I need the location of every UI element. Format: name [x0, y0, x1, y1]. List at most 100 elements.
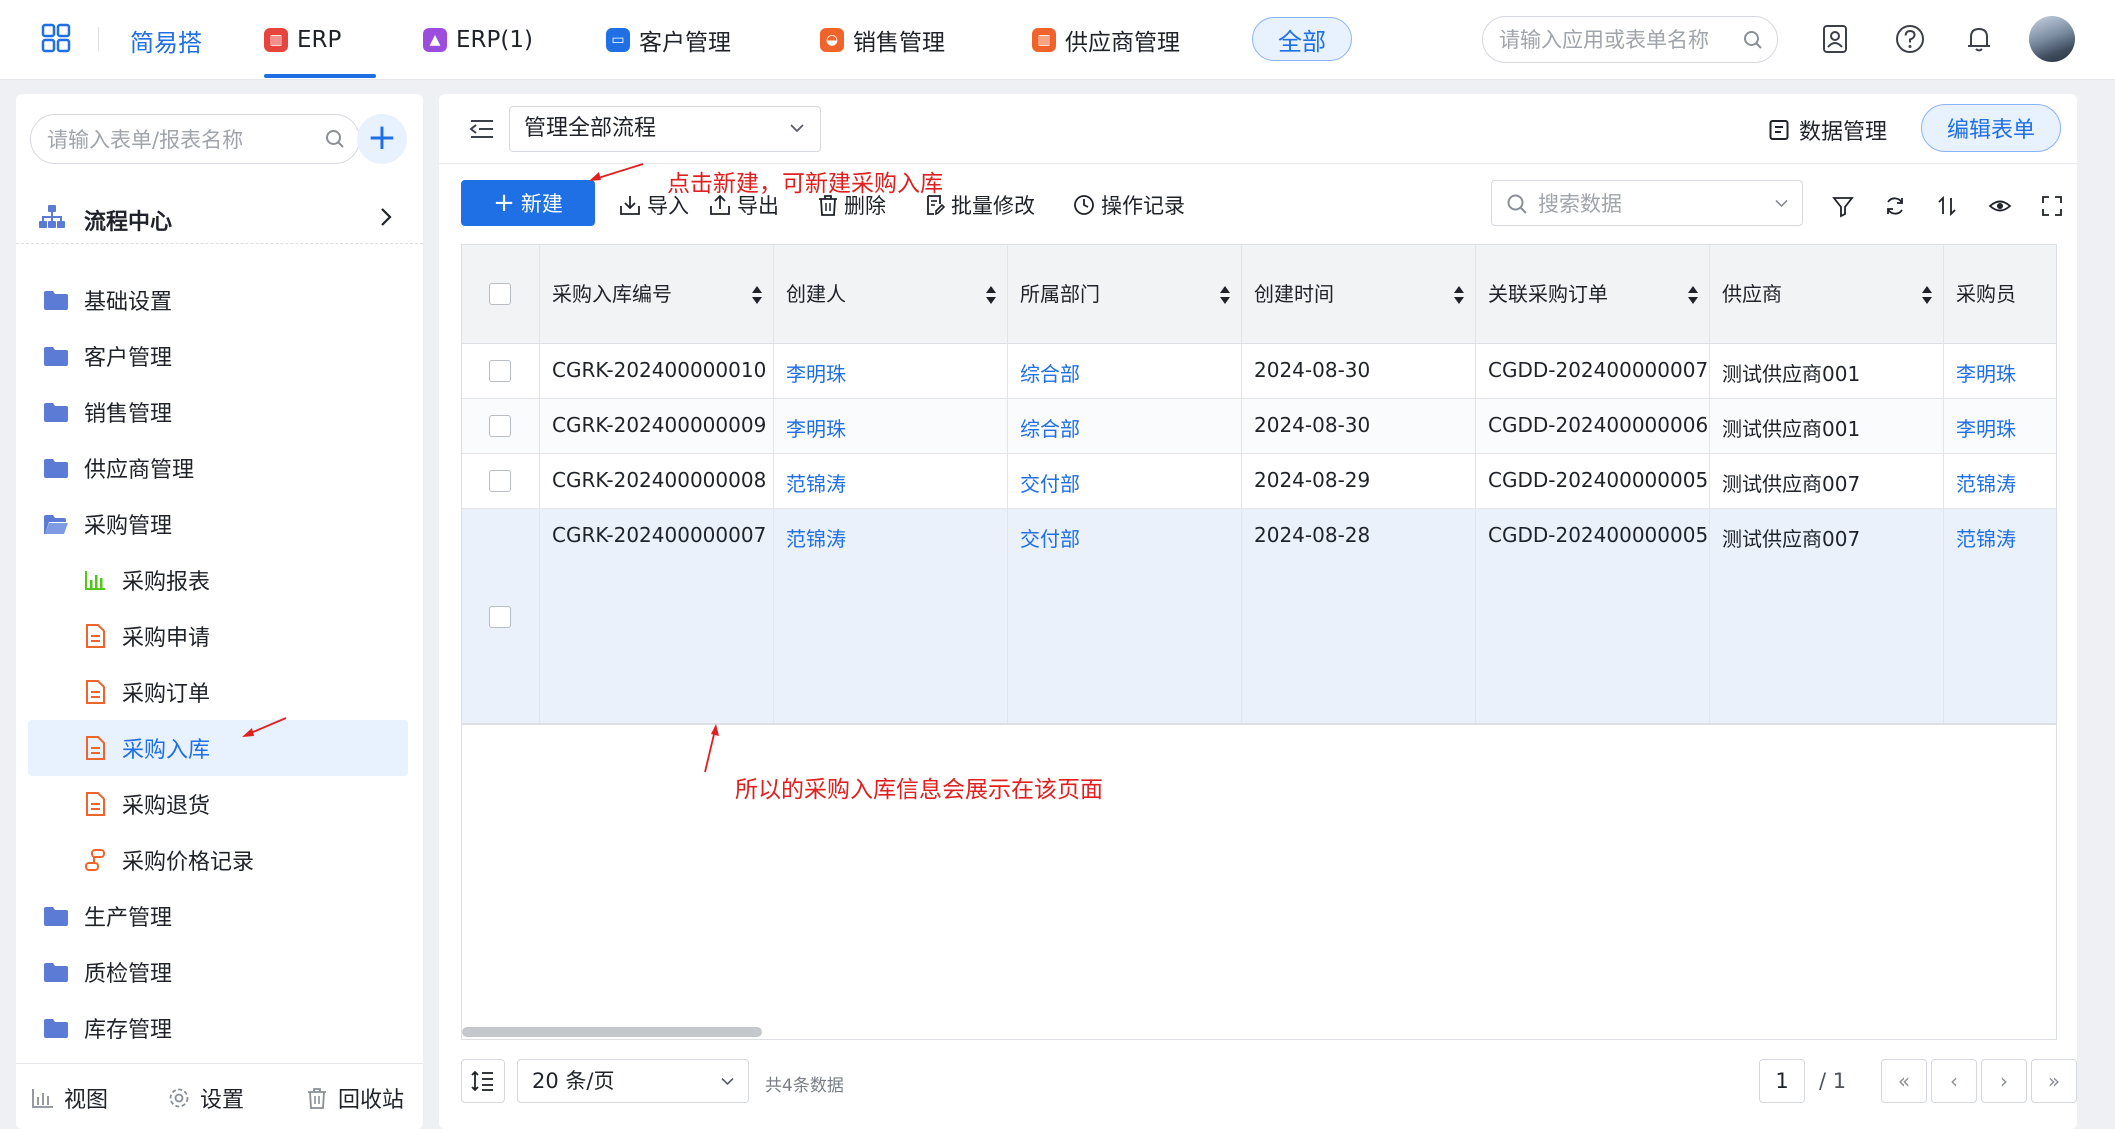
data-management-button[interactable]: 数据管理 [1769, 114, 1887, 146]
current-page-input[interactable]: 1 [1759, 1059, 1805, 1103]
brand-name[interactable]: 简易搭 [130, 23, 202, 58]
apps-grid-icon[interactable] [40, 22, 72, 54]
table-header: 采购入库编号 创建人 所属部门 创建时间 关联采购订单 供应商 采购员 [462, 245, 2056, 344]
user-avatar[interactable] [2029, 16, 2075, 62]
sidebar-item-basic-settings[interactable]: 基础设置 [28, 272, 408, 328]
folder-icon [44, 962, 68, 982]
cell-creator[interactable]: 范锦涛 [774, 509, 1008, 723]
tab-sales[interactable]: ◒ 销售管理 [820, 0, 945, 80]
sidebar-item-inventory[interactable]: 库存管理 [28, 1000, 408, 1056]
filter-icon[interactable] [1831, 194, 1855, 218]
row-checkbox[interactable] [489, 360, 511, 382]
help-icon[interactable] [1893, 22, 1927, 56]
tab-erp[interactable]: ▥ ERP [264, 0, 376, 80]
column-header[interactable]: 所属部门 [1008, 245, 1242, 344]
cell-department[interactable]: 交付部 [1008, 509, 1242, 723]
page-size-select[interactable]: 20 条/页 [517, 1059, 749, 1103]
column-header[interactable]: 供应商 [1710, 245, 1944, 344]
row-checkbox[interactable] [489, 606, 511, 628]
first-page-button[interactable]: « [1881, 1059, 1927, 1103]
column-header[interactable]: 创建人 [774, 245, 1008, 344]
sidebar-item-purchase[interactable]: 采购管理 [28, 496, 408, 552]
cell-buyer[interactable]: 李明珠 [1944, 399, 2056, 453]
sort-caret-icon[interactable] [985, 284, 997, 306]
tab-customer[interactable]: ▭ 客户管理 [606, 0, 731, 80]
operation-log-button[interactable]: 操作记录 [1073, 190, 1185, 220]
sidebar-item-purchase-report[interactable]: 采购报表 [28, 552, 408, 608]
app-search-input[interactable] [1499, 26, 1739, 54]
column-header[interactable]: 关联采购订单 [1476, 245, 1710, 344]
tab-label: ERP [297, 27, 342, 53]
sort-caret-icon[interactable] [1921, 284, 1933, 306]
sidebar-item-price-record[interactable]: 采购价格记录 [28, 832, 408, 888]
sort-caret-icon[interactable] [751, 284, 763, 306]
view-button[interactable]: 视图 [32, 1082, 108, 1114]
cell-inbound-no[interactable]: CGRK-202400000008 [540, 454, 774, 508]
bell-icon[interactable] [1962, 22, 1996, 56]
flow-filter-select[interactable]: 管理全部流程 [509, 106, 821, 152]
column-header[interactable]: 创建时间 [1242, 245, 1476, 344]
cell-department[interactable]: 综合部 [1008, 399, 1242, 453]
cell-buyer[interactable]: 范锦涛 [1944, 509, 2056, 723]
recycle-bin-button[interactable]: 回收站 [306, 1082, 404, 1114]
eye-icon[interactable] [1988, 194, 2012, 218]
flow-center-item[interactable]: 流程中心 [16, 190, 423, 244]
column-header[interactable]: 采购入库编号 [540, 245, 774, 344]
cell-buyer[interactable]: 李明珠 [1944, 344, 2056, 398]
cell-creator[interactable]: 范锦涛 [774, 454, 1008, 508]
cell-buyer[interactable]: 范锦涛 [1944, 454, 2056, 508]
sidebar-item-sales[interactable]: 销售管理 [28, 384, 408, 440]
sort-caret-icon[interactable] [1219, 284, 1231, 306]
data-search-input[interactable] [1538, 190, 1758, 218]
sidebar-item-production[interactable]: 生产管理 [28, 888, 408, 944]
column-header[interactable]: 采购员 [1944, 245, 2056, 344]
import-icon [620, 196, 640, 215]
sidebar-item-customer[interactable]: 客户管理 [28, 328, 408, 384]
table-row[interactable]: CGRK-202400000008 范锦涛 交付部 2024-08-29 CGD… [462, 454, 2056, 509]
cell-inbound-no[interactable]: CGRK-202400000007 [540, 509, 774, 723]
chevron-down-icon[interactable] [1775, 199, 1788, 208]
sidebar-item-purchase-order[interactable]: 采购订单 [28, 664, 408, 720]
table-row[interactable]: CGRK-202400000010 李明珠 综合部 2024-08-30 CGD… [462, 344, 2056, 399]
table-row[interactable]: CGRK-202400000009 李明珠 综合部 2024-08-30 CGD… [462, 399, 2056, 454]
tab-supplier[interactable]: ▥ 供应商管理 [1032, 0, 1180, 80]
sidebar-item-purchase-request[interactable]: 采购申请 [28, 608, 408, 664]
sidebar-item-supplier[interactable]: 供应商管理 [28, 440, 408, 496]
collapse-sidebar-icon[interactable] [469, 118, 495, 140]
edit-form-button[interactable]: 编辑表单 [1921, 104, 2061, 152]
settings-button[interactable]: 设置 [168, 1082, 244, 1114]
tab-erp1[interactable]: ▲ ERP(1) [423, 0, 533, 80]
tab-all[interactable]: 全部 [1252, 17, 1352, 61]
cell-department[interactable]: 交付部 [1008, 454, 1242, 508]
sort-caret-icon[interactable] [1453, 284, 1465, 306]
contacts-icon[interactable] [1818, 22, 1852, 56]
table-row[interactable]: CGRK-202400000007 范锦涛 交付部 2024-08-28 CGD… [462, 509, 2056, 725]
refresh-icon[interactable] [1883, 194, 1907, 218]
select-all-checkbox[interactable] [489, 283, 511, 305]
sidebar-item-purchase-inbound[interactable]: 采购入库 [28, 720, 408, 776]
last-page-button[interactable]: » [2031, 1059, 2077, 1103]
cell-department[interactable]: 综合部 [1008, 344, 1242, 398]
sidebar-search-input[interactable] [47, 126, 317, 154]
sort-caret-icon[interactable] [1687, 284, 1699, 306]
row-checkbox[interactable] [489, 470, 511, 492]
erp-app-icon: ▥ [264, 28, 288, 52]
horizontal-scrollbar[interactable] [462, 1027, 762, 1037]
row-checkbox[interactable] [489, 415, 511, 437]
sidebar-item-quality[interactable]: 质检管理 [28, 944, 408, 1000]
add-form-button[interactable]: + [357, 114, 407, 164]
new-record-button[interactable]: + 新建 [461, 180, 595, 226]
row-density-button[interactable] [461, 1059, 505, 1103]
search-icon[interactable] [1743, 30, 1763, 50]
sort-icon[interactable] [1935, 194, 1959, 218]
sidebar-item-purchase-return[interactable]: 采购退货 [28, 776, 408, 832]
cell-inbound-no[interactable]: CGRK-202400000009 [540, 399, 774, 453]
cell-creator[interactable]: 李明珠 [774, 344, 1008, 398]
sidebar-item-label: 销售管理 [84, 402, 173, 427]
search-icon[interactable] [325, 129, 345, 149]
prev-page-button[interactable]: ‹ [1931, 1059, 1977, 1103]
fullscreen-icon[interactable] [2040, 194, 2064, 218]
cell-inbound-no[interactable]: CGRK-202400000010 [540, 344, 774, 398]
next-page-button[interactable]: › [1981, 1059, 2027, 1103]
cell-creator[interactable]: 李明珠 [774, 399, 1008, 453]
